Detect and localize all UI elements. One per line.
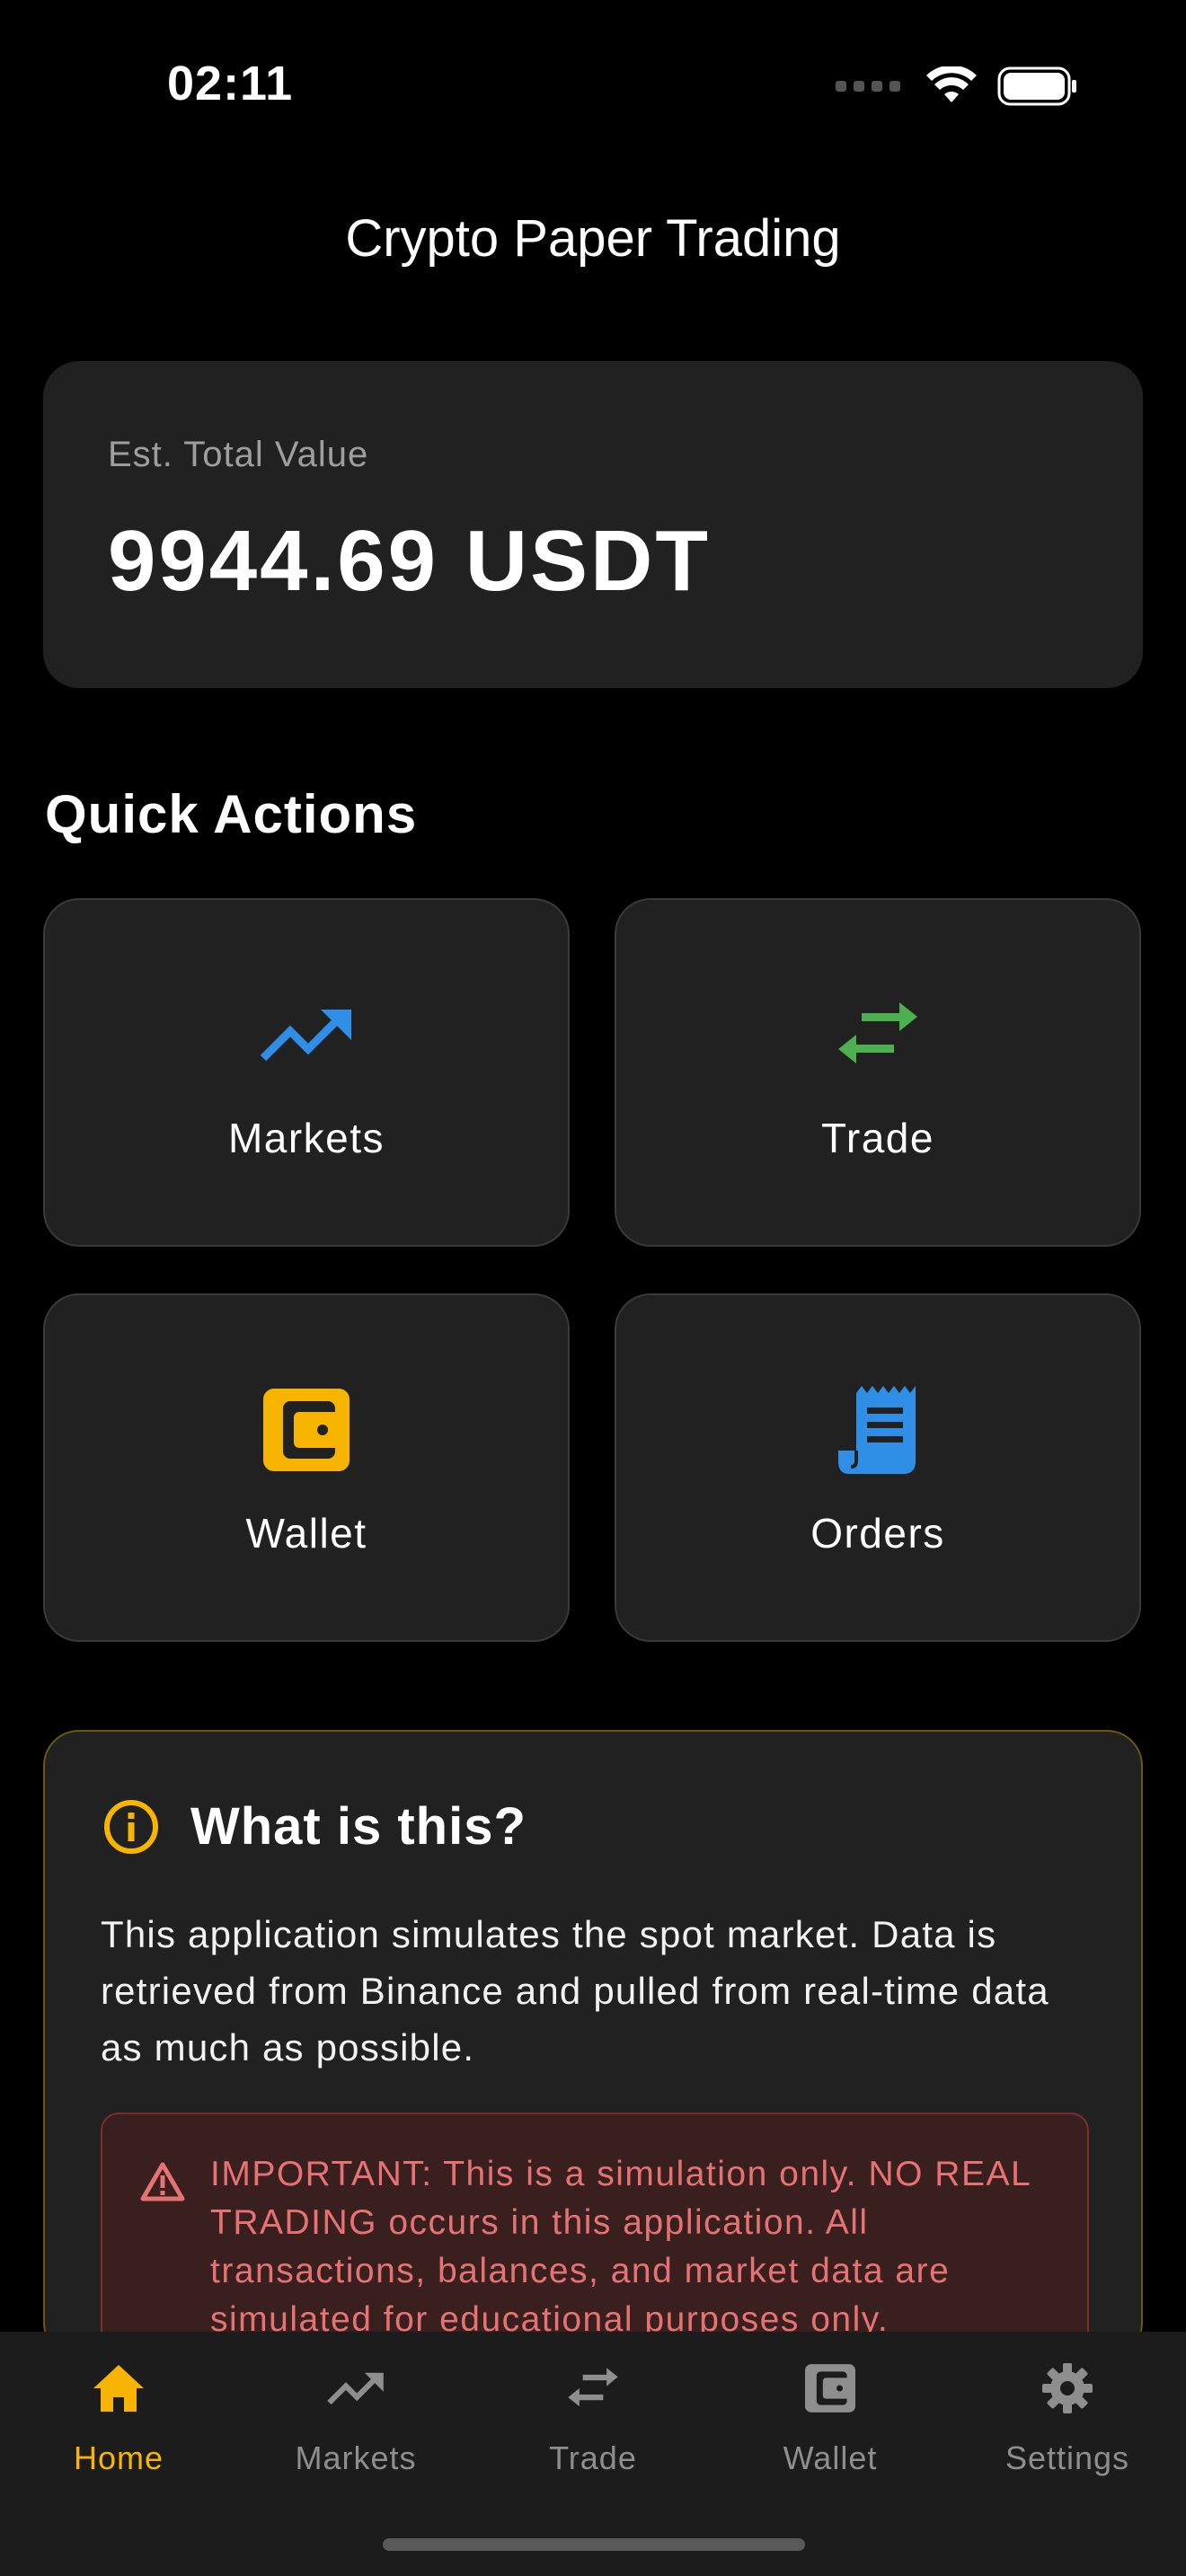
total-value-label: Est. Total Value bbox=[108, 435, 369, 474]
wallet-action-card[interactable]: Wallet bbox=[43, 1293, 570, 1642]
warning-text: IMPORTANT: This is a simulation only. NO… bbox=[210, 2155, 1031, 2339]
warning-icon bbox=[140, 2162, 185, 2201]
swap-arrows-icon bbox=[567, 2357, 619, 2420]
total-value-amount: 9944.69 USDT bbox=[108, 513, 712, 609]
info-title: What is this? bbox=[190, 1797, 527, 1856]
markets-action-label: Markets bbox=[227, 1115, 385, 1161]
markets-action-card[interactable]: Markets bbox=[43, 898, 570, 1247]
wifi-icon bbox=[926, 66, 977, 102]
tab-home[interactable]: Home bbox=[0, 2357, 237, 2483]
info-body: This application simulates the spot mark… bbox=[101, 1913, 1049, 2069]
tab-markets[interactable]: Markets bbox=[237, 2357, 474, 2483]
tab-trade[interactable]: Trade bbox=[474, 2357, 712, 2483]
tab-wallet[interactable]: Wallet bbox=[712, 2357, 949, 2483]
trending-up-icon bbox=[45, 990, 568, 1080]
tab-settings-label: Settings bbox=[1005, 2439, 1130, 2476]
home-icon bbox=[92, 2357, 146, 2420]
receipt-icon bbox=[616, 1385, 1139, 1475]
trade-action-card[interactable]: Trade bbox=[615, 898, 1141, 1247]
status-bar: 02:11 bbox=[0, 0, 1186, 180]
trending-up-icon bbox=[327, 2357, 385, 2420]
status-icons bbox=[836, 66, 1078, 106]
tab-trade-label: Trade bbox=[549, 2439, 637, 2476]
wallet-icon bbox=[45, 1385, 568, 1475]
swap-arrows-icon bbox=[616, 990, 1139, 1080]
home-indicator[interactable] bbox=[383, 2538, 805, 2551]
tab-settings[interactable]: Settings bbox=[949, 2357, 1186, 2483]
wallet-icon bbox=[805, 2357, 855, 2420]
tab-home-label: Home bbox=[73, 2439, 164, 2476]
cellular-signal-icon bbox=[836, 81, 900, 92]
trade-action-label: Trade bbox=[821, 1115, 934, 1161]
total-value-card: Est. Total Value 9944.69 USDT bbox=[43, 361, 1143, 688]
warning-box: IMPORTANT: This is a simulation only. NO… bbox=[101, 2113, 1089, 2357]
orders-action-label: Orders bbox=[810, 1510, 945, 1557]
quick-actions-title: Quick Actions bbox=[45, 784, 418, 844]
page-title: Crypto Paper Trading bbox=[345, 209, 841, 268]
orders-action-card[interactable]: Orders bbox=[615, 1293, 1141, 1642]
tab-markets-label: Markets bbox=[295, 2439, 417, 2476]
info-header: What is this? bbox=[102, 1796, 527, 1857]
tab-wallet-label: Wallet bbox=[783, 2439, 878, 2476]
battery-icon bbox=[997, 66, 1076, 106]
status-time: 02:11 bbox=[167, 57, 294, 110]
gear-icon bbox=[1041, 2357, 1093, 2420]
info-card: What is this? This application simulates… bbox=[43, 1730, 1143, 2359]
wallet-action-label: Wallet bbox=[245, 1510, 367, 1557]
info-icon bbox=[104, 1799, 158, 1854]
